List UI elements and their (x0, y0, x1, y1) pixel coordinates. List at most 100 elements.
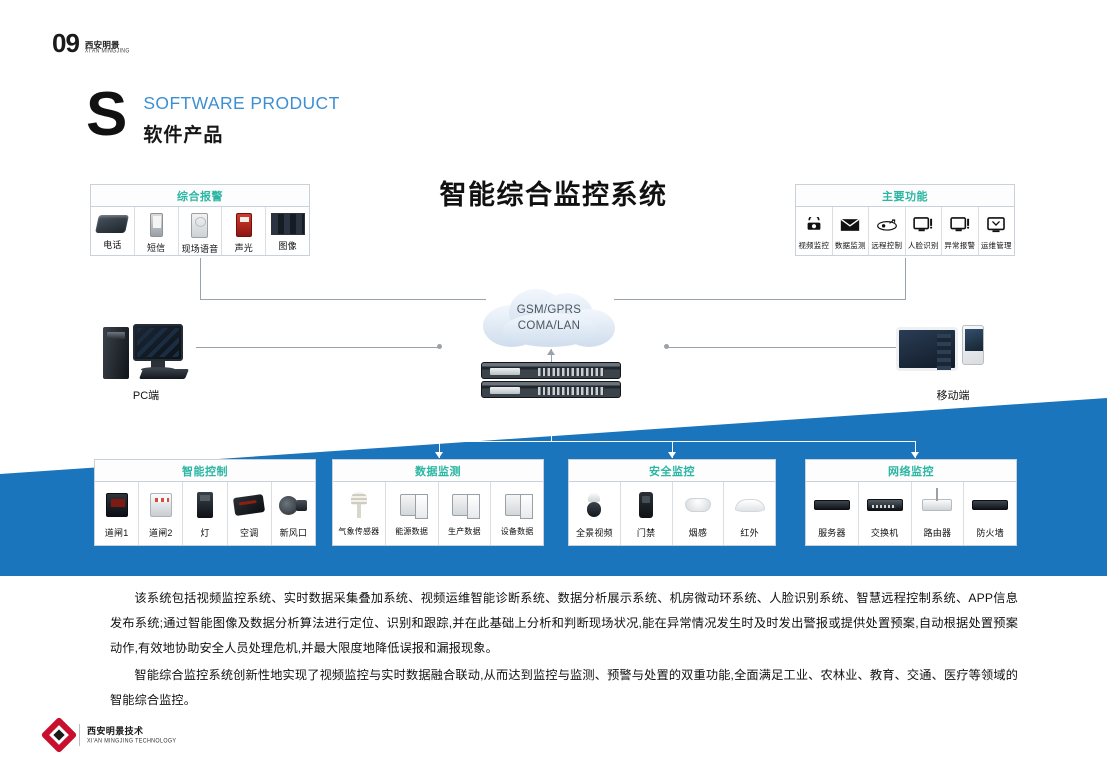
panel-functions-item-data[interactable]: 数据监测 (833, 207, 869, 255)
panel-alarm-item-label: 短信 (146, 243, 166, 253)
panel-network[interactable]: 网络监控 服务器 交换机 路由器 防火墙 (805, 459, 1017, 546)
access-control-icon (639, 488, 654, 522)
panel-smart-control-header: 智能控制 (95, 460, 315, 482)
slide-canvas: 09 西安明景 XI'AN MINGJING S SOFTWARE PRODUC… (0, 0, 1107, 782)
switch-icon (866, 488, 903, 522)
panel-smart-control[interactable]: 智能控制 道闸1 道闸2 灯 空调 新风口 (94, 459, 316, 546)
header-brand-en: XI'AN MINGJING (84, 47, 130, 55)
panel-functions-item-remote[interactable]: 远程控制 (869, 207, 906, 255)
panel-functions-item-label: 数据监测 (834, 241, 866, 250)
panel-smart-control-item-gate1[interactable]: 道闸1 (95, 482, 140, 545)
panel-data-monitor-item-label: 气象传感器 (338, 527, 380, 536)
panel-network-item-router[interactable]: 路由器 (912, 482, 965, 545)
panel-smart-control-item-lamp[interactable]: 灯 (183, 482, 228, 545)
panel-security-body: 全景视频 门禁 烟感 红外 (569, 482, 775, 545)
video-wall-icon (270, 213, 305, 235)
section-letter: S (86, 80, 128, 149)
panel-functions-title: 主要功能 (882, 190, 928, 203)
panel-functions-header: 主要功能 (796, 185, 1014, 207)
cloud-line-2: COMA/LAN (517, 320, 581, 332)
connector-pc-cloud (196, 347, 440, 348)
production-cabinet-icon (452, 488, 481, 522)
pc-monitor (133, 324, 183, 361)
header-brand: 西安明景 XI'AN MINGJING (84, 40, 130, 56)
air-conditioner-icon (233, 488, 266, 522)
cctv-icon (804, 213, 824, 236)
panel-network-item-switch[interactable]: 交换机 (859, 482, 912, 545)
tablet-device (896, 327, 958, 371)
network-cloud: GSM/GPRS COMA/LAN (481, 287, 617, 349)
panel-functions-item-alert[interactable]: 异常报警 (942, 207, 979, 255)
panel-security-item-panorama[interactable]: 全景视频 (569, 482, 621, 545)
panel-security-item-label: 门禁 (636, 528, 656, 538)
panel-alarm-item-label: 电话 (103, 240, 122, 250)
panel-security-item-access[interactable]: 门禁 (621, 482, 673, 545)
envelope-icon (840, 213, 860, 236)
connector-cloud-mobile (666, 347, 898, 348)
footer-company-en: XI'AN MINGJING TECHNOLOGY (87, 738, 177, 745)
panel-alarm-body: 电话 短信 现场语音 声光 图像 (91, 207, 309, 255)
panel-security[interactable]: 安全监控 全景视频 门禁 烟感 红外 (568, 459, 776, 546)
panel-smart-control-item-label: 空调 (240, 528, 259, 538)
remote-control-icon (876, 213, 898, 236)
pc-terminal-illustration (103, 322, 190, 382)
panel-alarm[interactable]: 综合报警 电话 短信 现场语音 声光 图像 (90, 184, 310, 256)
panel-functions-item-label: 人脸识别 (907, 241, 939, 250)
panel-smart-control-item-gate2[interactable]: 道闸2 (139, 482, 184, 545)
sms-icon (149, 213, 163, 237)
panel-alarm-item-label: 现场语音 (181, 244, 219, 254)
panel-security-item-infrared[interactable]: 红外 (724, 482, 775, 545)
panel-alarm-header: 综合报警 (91, 185, 309, 207)
panel-functions-item-video[interactable]: 视频监控 (796, 207, 833, 255)
panel-security-item-label: 红外 (740, 528, 759, 538)
panel-data-monitor-body: 气象传感器 能源数据 生产数据 设备数据 (333, 482, 543, 545)
panel-alarm-item-image[interactable]: 图像 (266, 207, 309, 255)
panel-functions-item-label: 远程控制 (871, 241, 903, 250)
page-number-mark: 09 西安明景 XI'AN MINGJING (52, 30, 130, 56)
panel-alarm-item-siren[interactable]: 声光 (222, 207, 267, 255)
cloud-line-1: GSM/GPRS (516, 304, 582, 316)
panel-data-monitor-item-weather[interactable]: 气象传感器 (333, 482, 386, 545)
ptz-camera-icon (586, 488, 602, 522)
panel-smart-control-item-label: 新风口 (279, 528, 308, 538)
weather-sensor-icon (350, 488, 367, 522)
panel-network-item-server[interactable]: 服务器 (806, 482, 859, 545)
mobile-terminal-label: 移动端 (936, 390, 970, 402)
panel-network-item-firewall[interactable]: 防火墙 (964, 482, 1016, 545)
smartphone-device (962, 325, 984, 365)
connector-bus-horizontal (207, 441, 915, 442)
panel-alarm-item-intercom[interactable]: 现场语音 (179, 207, 223, 255)
panel-security-item-label: 烟感 (688, 528, 708, 538)
panel-alarm-item-telephone[interactable]: 电话 (91, 207, 135, 255)
panel-functions-item-label: 运维管理 (980, 241, 1012, 250)
panel-security-header: 安全监控 (569, 460, 775, 482)
panel-security-item-smoke[interactable]: 烟感 (673, 482, 725, 545)
switch-unit-bottom (481, 381, 621, 398)
panel-alarm-title: 综合报警 (177, 190, 223, 203)
panel-network-header: 网络监控 (806, 460, 1016, 482)
panel-data-monitor[interactable]: 数据监测 气象传感器 能源数据 生产数据 设备数据 (332, 459, 544, 546)
barrier-gate-1-icon (105, 488, 128, 522)
panel-data-monitor-item-energy[interactable]: 能源数据 (386, 482, 439, 545)
panel-alarm-item-label: 声光 (234, 243, 253, 253)
fresh-air-vent-icon (279, 488, 308, 522)
panel-network-item-label: 路由器 (923, 528, 952, 538)
panel-functions-item-maintenance[interactable]: 运维管理 (979, 207, 1015, 255)
panel-data-monitor-item-production[interactable]: 生产数据 (439, 482, 492, 545)
connector-arrow-smart-control (203, 452, 211, 458)
panel-smart-control-item-ac[interactable]: 空调 (228, 482, 272, 545)
description-paragraph-2: 智能综合监控系统创新性地实现了视频监控与实时数据融合联动,从而达到监控与监测、预… (110, 668, 1018, 707)
panel-network-item-label: 防火墙 (976, 528, 1004, 538)
pc-keyboard (138, 369, 190, 379)
panel-data-monitor-item-label: 能源数据 (395, 527, 429, 536)
smoke-detector-icon (684, 488, 711, 522)
connector-functions-vertical (905, 258, 906, 300)
connector-arrow-up (547, 349, 555, 355)
panel-functions-item-face[interactable]: 人脸识别 (906, 207, 942, 255)
panel-alarm-item-label: 图像 (278, 241, 297, 251)
footer-divider (79, 724, 80, 746)
panel-data-monitor-item-equipment[interactable]: 设备数据 (491, 482, 543, 545)
panel-alarm-item-sms[interactable]: 短信 (135, 207, 179, 255)
panel-smart-control-item-vent[interactable]: 新风口 (272, 482, 315, 545)
panel-functions[interactable]: 主要功能 视频监控 数据监测 远程控制 人脸识别 异常报警 运维管理 (795, 184, 1015, 256)
